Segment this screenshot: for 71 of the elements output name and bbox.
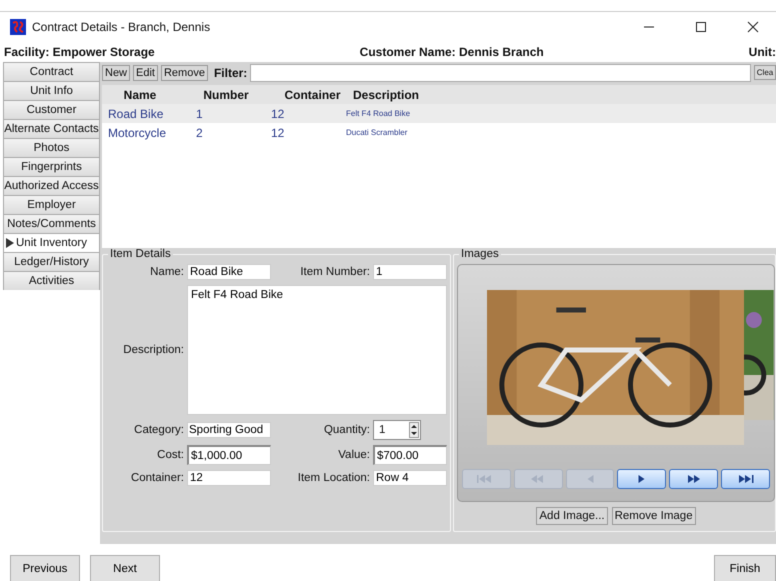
table-cell: Felt F4 Road Bike <box>346 109 410 118</box>
table-cell-text: Road Bike <box>107 106 164 121</box>
sidebar-item[interactable]: Employer <box>3 195 100 214</box>
quantity-spinner[interactable]: 1 <box>373 420 421 440</box>
toolbar-button[interactable]: Remove <box>160 64 208 81</box>
cost-field[interactable]: $1,000.00 <box>187 445 271 465</box>
group-title: Images <box>460 248 500 260</box>
column-header[interactable]: Name <box>102 88 178 102</box>
sidebar-item[interactable]: Contract <box>3 62 100 81</box>
next-button[interactable]: Next <box>90 555 160 581</box>
field-label: Item Number: <box>299 266 370 278</box>
field-label: Item Location: <box>296 472 370 484</box>
field-label: Container: <box>130 472 184 484</box>
spinner-arrows-icon[interactable] <box>409 422 419 438</box>
play-button[interactable] <box>617 469 666 489</box>
column-header[interactable]: Description <box>353 88 420 102</box>
finish-button[interactable]: Finish <box>714 555 776 581</box>
unit-label: Unit: <box>748 45 776 59</box>
item-number-field[interactable]: 1 <box>373 264 447 280</box>
column-header[interactable]: Number <box>196 88 256 102</box>
facility-label: Facility: Empower Storage <box>4 45 155 59</box>
pointer-icon <box>6 238 14 248</box>
filter-label: Filter: <box>214 66 248 80</box>
name-field[interactable]: Road Bike <box>187 264 271 280</box>
close-icon[interactable] <box>747 21 759 33</box>
table-row[interactable]: Road Bike 1 12 Felt F4 Road Bike <box>102 104 776 124</box>
field-label: Description: <box>122 344 184 356</box>
toolbar-button[interactable]: Edit <box>133 64 158 81</box>
field-label: Name: <box>149 266 184 278</box>
container-field[interactable]: 12 <box>187 470 271 486</box>
toolbar-button[interactable]: New <box>102 64 130 81</box>
field-label: Value: <box>337 449 370 461</box>
field-label: Quantity: <box>322 424 370 436</box>
sidebar-item[interactable]: Alternate Contacts <box>3 119 100 138</box>
window-title: Contract Details - Branch, Dennis <box>32 20 210 34</box>
field-label: Cost: <box>156 449 184 461</box>
column-header[interactable]: Container <box>276 88 349 102</box>
table-cell-text: Motorcycle <box>107 126 168 140</box>
description-field[interactable]: Felt F4 Road Bike <box>187 285 447 415</box>
sidebar-item[interactable]: Fingerprints <box>3 157 100 176</box>
app-logo-icon <box>10 19 26 35</box>
maximize-icon[interactable] <box>695 21 707 33</box>
table-cell-text: 12 <box>271 126 286 140</box>
sidebar-item[interactable]: Unit Info <box>3 81 100 100</box>
clear-button[interactable]: Clea <box>754 65 776 80</box>
sidebar-item[interactable]: Unit Inventory <box>3 233 100 252</box>
table-row[interactable]: Motorcycle 2 12 Ducati Scrambler <box>102 123 776 142</box>
table-cell-text: 12 <box>271 106 286 121</box>
table-cell-text: 2 <box>196 126 204 140</box>
field-label: Category: <box>133 424 184 436</box>
sidebar-item[interactable]: Ledger/History <box>3 252 100 271</box>
sidebar-item[interactable]: Activities <box>3 271 100 290</box>
last-button[interactable] <box>721 469 770 489</box>
image-button[interactable]: Remove Image <box>612 507 696 525</box>
sidebar-item[interactable]: Photos <box>3 138 100 157</box>
table-cell-text: 1 <box>196 106 204 121</box>
location-field[interactable]: Row 4 <box>373 470 447 486</box>
group-title: Item Details <box>109 248 172 260</box>
customer-name-label: Customer Name: Dennis Branch <box>360 45 544 59</box>
filter-field[interactable] <box>250 64 751 82</box>
play-icon <box>638 474 646 484</box>
value-field[interactable]: $700.00 <box>373 445 447 465</box>
sidebar-item[interactable]: Notes/Comments <box>3 214 100 233</box>
category-field[interactable]: Sporting Good <box>187 422 271 438</box>
forward-button[interactable] <box>669 469 718 489</box>
sidebar-item[interactable]: Authorized Access <box>3 176 100 195</box>
previous-button[interactable]: Previous <box>10 555 80 581</box>
table-cell: Ducati Scrambler <box>346 128 408 138</box>
step-back-icon <box>586 474 594 484</box>
image-button[interactable]: Add Image... <box>536 507 608 525</box>
sidebar-item[interactable]: Customer <box>3 100 100 119</box>
